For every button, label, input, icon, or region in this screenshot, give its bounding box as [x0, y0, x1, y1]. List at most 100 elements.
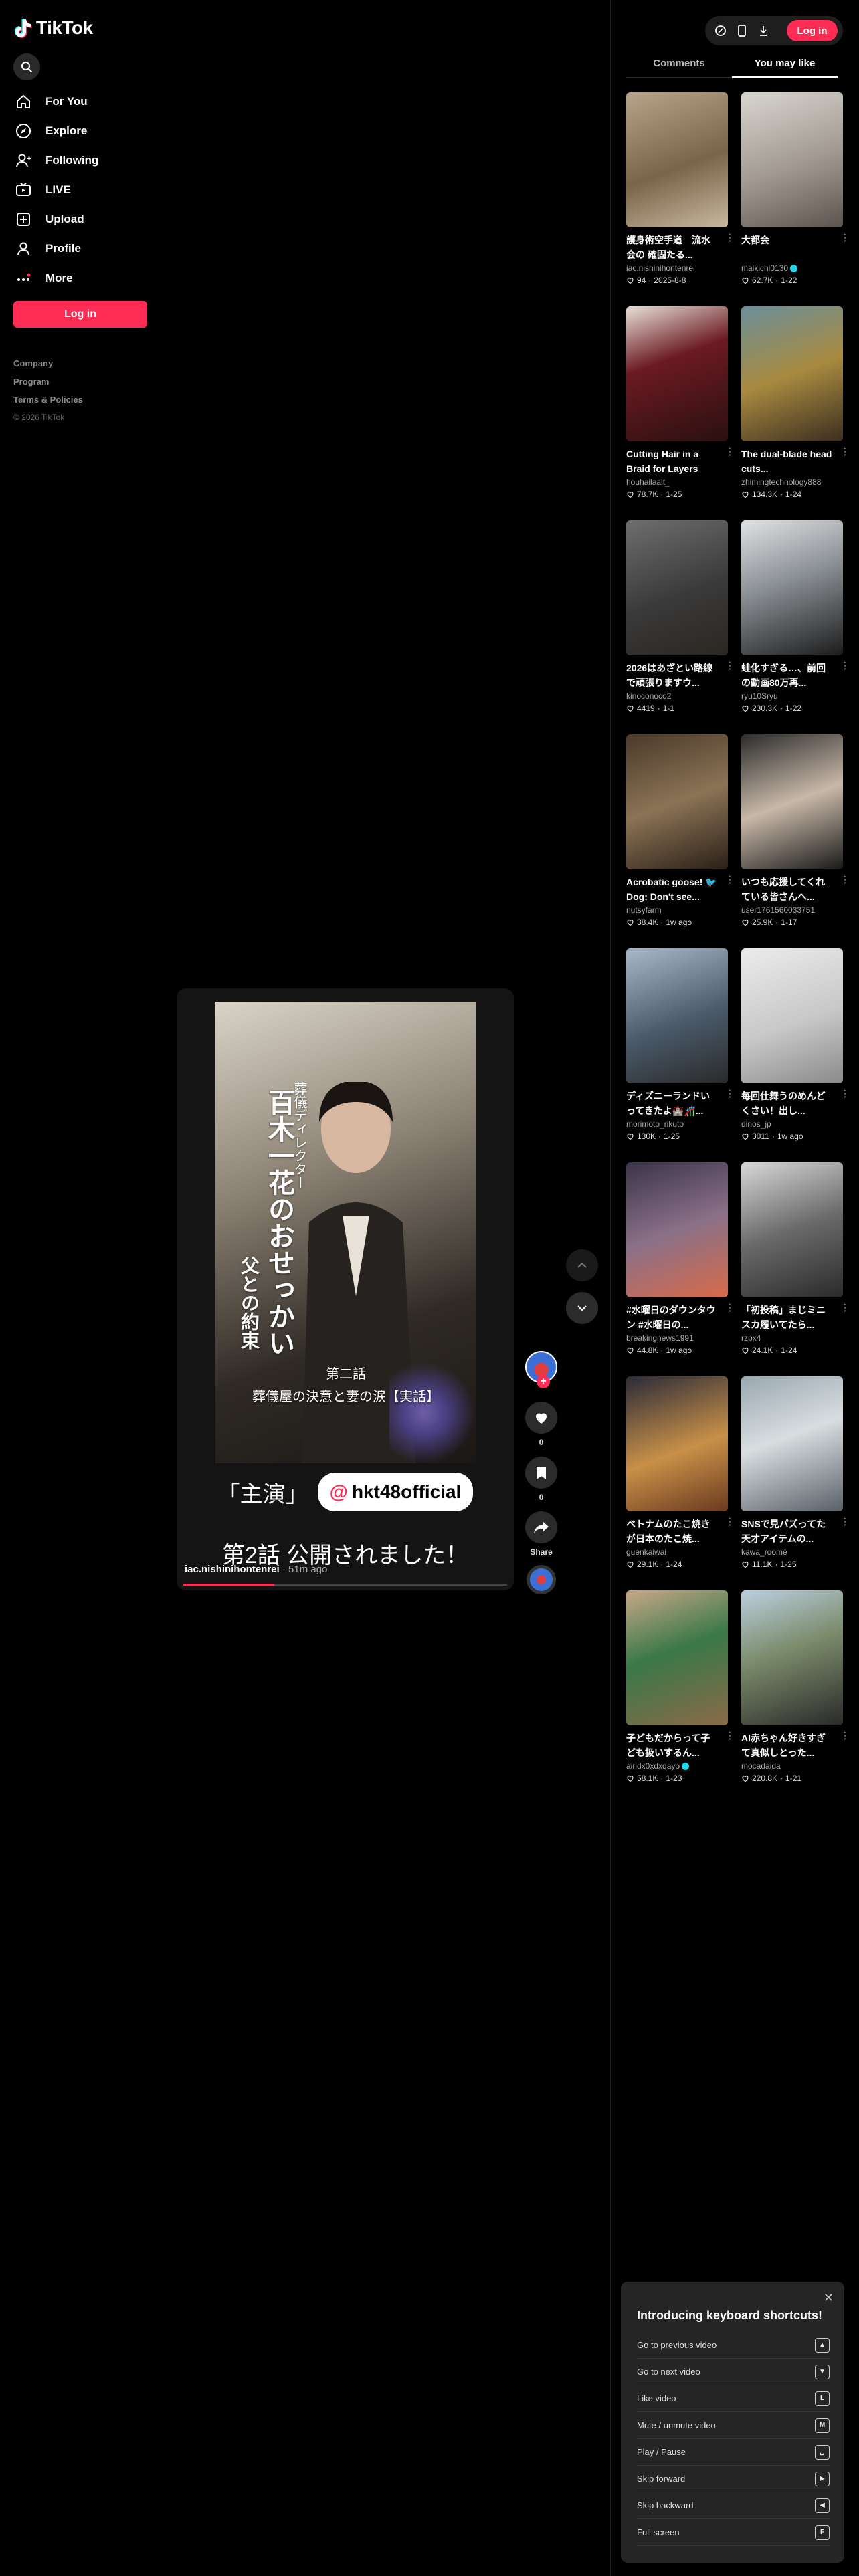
video-thumbnail[interactable] — [741, 1376, 843, 1511]
video-title[interactable]: ベトナムのたこ焼きが日本のたこ焼... — [626, 1517, 728, 1546]
follow-plus-icon[interactable]: + — [537, 1375, 550, 1388]
tab-comments[interactable]: Comments — [626, 53, 732, 77]
nav-item-following[interactable]: Following — [13, 146, 154, 175]
more-options-icon[interactable]: ⋮ — [725, 1303, 735, 1312]
video-title[interactable]: 「初投稿」まじミニスカ履いてたら... — [741, 1303, 843, 1332]
search-button[interactable] — [13, 53, 40, 80]
video-author[interactable]: rzpx4 — [741, 1332, 843, 1344]
footer-link-company[interactable]: Company — [13, 354, 83, 372]
video-author[interactable]: iac.nishinihontenrei — [626, 262, 728, 274]
more-options-icon[interactable]: ⋮ — [725, 875, 735, 884]
more-options-icon[interactable]: ⋮ — [725, 1089, 735, 1098]
video-author[interactable]: mocadaida — [741, 1760, 843, 1772]
recommended-video-card[interactable]: The dual-blade head cuts... zhimingtechno… — [741, 306, 850, 504]
video-title[interactable]: Cutting Hair in a Braid for Layers — [626, 447, 728, 476]
nav-item-profile[interactable]: Profile — [13, 234, 154, 263]
video-author[interactable]: ryu10Sryu — [741, 690, 843, 702]
share-button[interactable] — [525, 1511, 557, 1543]
video-author[interactable]: kinoconoco2 — [626, 690, 728, 702]
video-title[interactable]: 子どもだからって子ども扱いするん... — [626, 1731, 728, 1760]
recommended-video-card[interactable]: いつも応援してくれている皆さんへ... user1761560033751 25.9… — [741, 734, 850, 932]
video-thumbnail[interactable] — [741, 734, 843, 869]
video-title[interactable]: いつも応援してくれている皆さんへ... — [741, 875, 843, 904]
device-icon[interactable] — [735, 23, 749, 38]
video-author[interactable]: user1761560033751 — [741, 904, 843, 916]
video-title[interactable]: 毎回仕舞うのめんどくさい！出し... — [741, 1089, 843, 1118]
creator-avatar[interactable]: + — [525, 1351, 557, 1388]
recommended-video-card[interactable]: 子どもだからって子ども扱いするん... airidx0xdxdayo 58.1K · 1… — [626, 1590, 735, 1788]
video-thumbnail[interactable] — [626, 306, 728, 441]
music-disc-icon[interactable] — [527, 1565, 556, 1594]
recommended-video-card[interactable]: Cutting Hair in a Braid for Layers houhai… — [626, 306, 735, 504]
video-author[interactable]: zhimingtechnology888 — [741, 476, 843, 488]
footer-link-program[interactable]: Program — [13, 372, 83, 391]
footer-link-terms[interactable]: Terms & Policies — [13, 391, 83, 409]
more-options-icon[interactable]: ⋮ — [725, 1731, 735, 1740]
video-thumbnail[interactable] — [741, 1162, 843, 1297]
video-author[interactable]: morimoto_rikuto — [626, 1118, 728, 1130]
nav-item-for-you[interactable]: For You — [13, 87, 154, 116]
recommended-video-card[interactable]: 護身術空手道 流水会の 確固たる... iac.nishinihontenrei 9… — [626, 92, 735, 290]
video-thumbnail[interactable] — [741, 520, 843, 655]
more-options-icon[interactable]: ⋮ — [840, 1089, 850, 1098]
video-title[interactable]: ディズニーランドいってきたよ🏰🎢... — [626, 1089, 728, 1118]
video-author[interactable]: guenkaiwai — [626, 1546, 728, 1558]
more-options-icon[interactable]: ⋮ — [840, 447, 850, 456]
video-title[interactable]: 大都会 — [741, 233, 843, 262]
video-author[interactable]: nutsyfarm — [626, 904, 728, 916]
video-thumbnail[interactable] — [626, 520, 728, 655]
nav-item-live[interactable]: LIVE — [13, 175, 154, 205]
more-options-icon[interactable]: ⋮ — [840, 1303, 850, 1312]
next-video-button[interactable] — [566, 1292, 598, 1324]
video-author[interactable]: kawa_roomé — [741, 1546, 843, 1558]
header-login-button[interactable]: Log in — [787, 20, 838, 41]
video-author[interactable]: dinos_jp — [741, 1118, 843, 1130]
video-thumbnail[interactable] — [741, 306, 843, 441]
recommended-video-card[interactable]: 2026はあざとい路線で頑張りますウ... kinoconoco2 4419 · 1-1… — [626, 520, 735, 718]
more-options-icon[interactable]: ⋮ — [840, 1731, 850, 1740]
recommended-video-card[interactable]: ディズニーランドいってきたよ🏰🎢... morimoto_rikuto 130K · 1… — [626, 948, 735, 1146]
recommended-video-card[interactable]: Acrobatic goose! 🐦 Dog: Don't see... nuts… — [626, 734, 735, 932]
more-options-icon[interactable]: ⋮ — [725, 1517, 735, 1526]
more-options-icon[interactable]: ⋮ — [840, 875, 850, 884]
more-options-icon[interactable]: ⋮ — [840, 233, 850, 242]
video-author[interactable]: maikichi0130 — [741, 262, 843, 274]
recommended-video-card[interactable]: 毎回仕舞うのめんどくさい！出し... dinos_jp 3011 · 1w ago ⋮ — [741, 948, 850, 1146]
video-title[interactable]: The dual-blade head cuts... — [741, 447, 843, 476]
previous-video-button[interactable] — [566, 1249, 598, 1281]
video-player[interactable]: 葬儀ディレクター 百木一花のおせっかい 父との約束 第二話 葬儀屋の決意と妻の涙… — [177, 988, 514, 1590]
nav-item-explore[interactable]: Explore — [13, 116, 154, 146]
video-thumbnail[interactable] — [626, 734, 728, 869]
video-thumbnail[interactable] — [626, 1376, 728, 1511]
more-options-icon[interactable]: ⋮ — [725, 661, 735, 670]
recommended-video-card[interactable]: #水曜日のダウンタウン #水曜日の... breakingnews1991 44.8… — [626, 1162, 735, 1360]
recommended-video-card[interactable]: AI赤ちゃん好きすぎて真似しとった... mocadaida 220.8K · 1-21… — [741, 1590, 850, 1788]
video-thumbnail[interactable] — [626, 948, 728, 1083]
video-title[interactable]: AI赤ちゃん好きすぎて真似しとった... — [741, 1731, 843, 1760]
video-thumbnail[interactable] — [626, 92, 728, 227]
more-options-icon[interactable]: ⋮ — [840, 1517, 850, 1526]
like-button[interactable] — [525, 1402, 557, 1434]
tab-you-may-like[interactable]: You may like — [732, 53, 838, 78]
video-title[interactable]: SNSで見パズってた天才アイテムの... — [741, 1517, 843, 1546]
save-button[interactable] — [525, 1457, 557, 1489]
coin-icon[interactable] — [713, 23, 728, 38]
video-thumbnail[interactable] — [741, 948, 843, 1083]
video-title[interactable]: Acrobatic goose! 🐦 Dog: Don't see... — [626, 875, 728, 904]
video-author[interactable]: houhailaalt_ — [626, 476, 728, 488]
download-app-icon[interactable] — [756, 23, 771, 38]
more-options-icon[interactable]: ⋮ — [725, 233, 735, 242]
video-title[interactable]: #水曜日のダウンタウン #水曜日の... — [626, 1303, 728, 1332]
video-title[interactable]: 2026はあざとい路線で頑張りますウ... — [626, 661, 728, 690]
video-author[interactable]: airidx0xdxdayo — [626, 1760, 728, 1772]
tiktok-logo[interactable]: TikTok — [15, 17, 93, 39]
video-thumbnail[interactable] — [741, 1590, 843, 1725]
recommended-video-card[interactable]: 蛙化すぎる…、前回の動画80万再... ryu10Sryu 230.3K · 1-22 ⋮ — [741, 520, 850, 718]
video-author[interactable]: iac.nishinihontenrei — [185, 1564, 280, 1575]
more-options-icon[interactable]: ⋮ — [840, 661, 850, 670]
video-title[interactable]: 護身術空手道 流水会の 確固たる... — [626, 233, 728, 262]
recommended-video-card[interactable]: ベトナムのたこ焼きが日本のたこ焼... guenkaiwai 29.1K · 1-24 ⋮ — [626, 1376, 735, 1574]
nav-item-upload[interactable]: Upload — [13, 205, 154, 234]
video-thumbnail[interactable] — [626, 1590, 728, 1725]
sidebar-login-button[interactable]: Log in — [13, 301, 147, 328]
